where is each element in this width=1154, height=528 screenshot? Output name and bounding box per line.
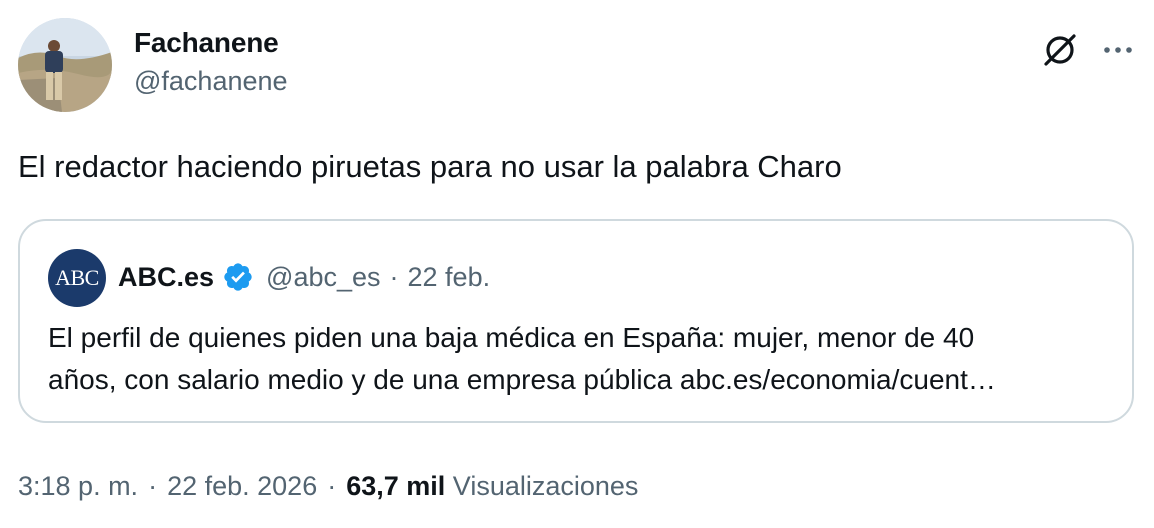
quote-date[interactable]: 22 feb. <box>408 262 491 293</box>
author-avatar[interactable] <box>18 18 112 112</box>
avatar-photo <box>18 18 112 112</box>
quote-separator: · <box>389 261 399 292</box>
views-label: Visualizaciones <box>452 471 639 501</box>
quote-text-line-2: años, con salario medio y de una empresa… <box>48 364 996 395</box>
verified-badge-icon <box>222 261 254 293</box>
more-icon[interactable] <box>1100 32 1136 68</box>
views-count: 63,7 mil <box>346 471 446 501</box>
quote-text-line-1: El perfil de quienes piden una baja médi… <box>48 322 975 353</box>
quote-text: El perfil de quienes piden una baja médi… <box>48 317 1108 401</box>
author-handle[interactable]: @fachanene <box>134 64 288 98</box>
tweet-date[interactable]: 22 feb. 2026 <box>167 471 317 501</box>
meta-separator-2: · <box>327 471 337 501</box>
tweet-meta: 3:18 p. m. · 22 feb. 2026 · 63,7 mil Visuali… <box>18 468 638 504</box>
quote-author-name[interactable]: ABC.es <box>118 262 214 293</box>
quote-header: ABC.es @abc_es · 22 feb. <box>118 257 490 297</box>
quote-author-handle[interactable]: @abc_es <box>266 262 380 293</box>
meta-separator: · <box>148 471 158 501</box>
author-block: Fachanene @fachanene <box>134 26 288 98</box>
quote-avatar[interactable]: ABC <box>48 249 106 307</box>
grok-icon[interactable] <box>1040 30 1080 70</box>
author-name[interactable]: Fachanene <box>134 26 288 60</box>
tweet-text: El redactor haciendo piruetas para no us… <box>18 149 842 184</box>
tweet-time[interactable]: 3:18 p. m. <box>18 471 138 501</box>
quoted-tweet[interactable]: ABC ABC.es @abc_es · 22 feb. El perfil d… <box>18 219 1134 423</box>
